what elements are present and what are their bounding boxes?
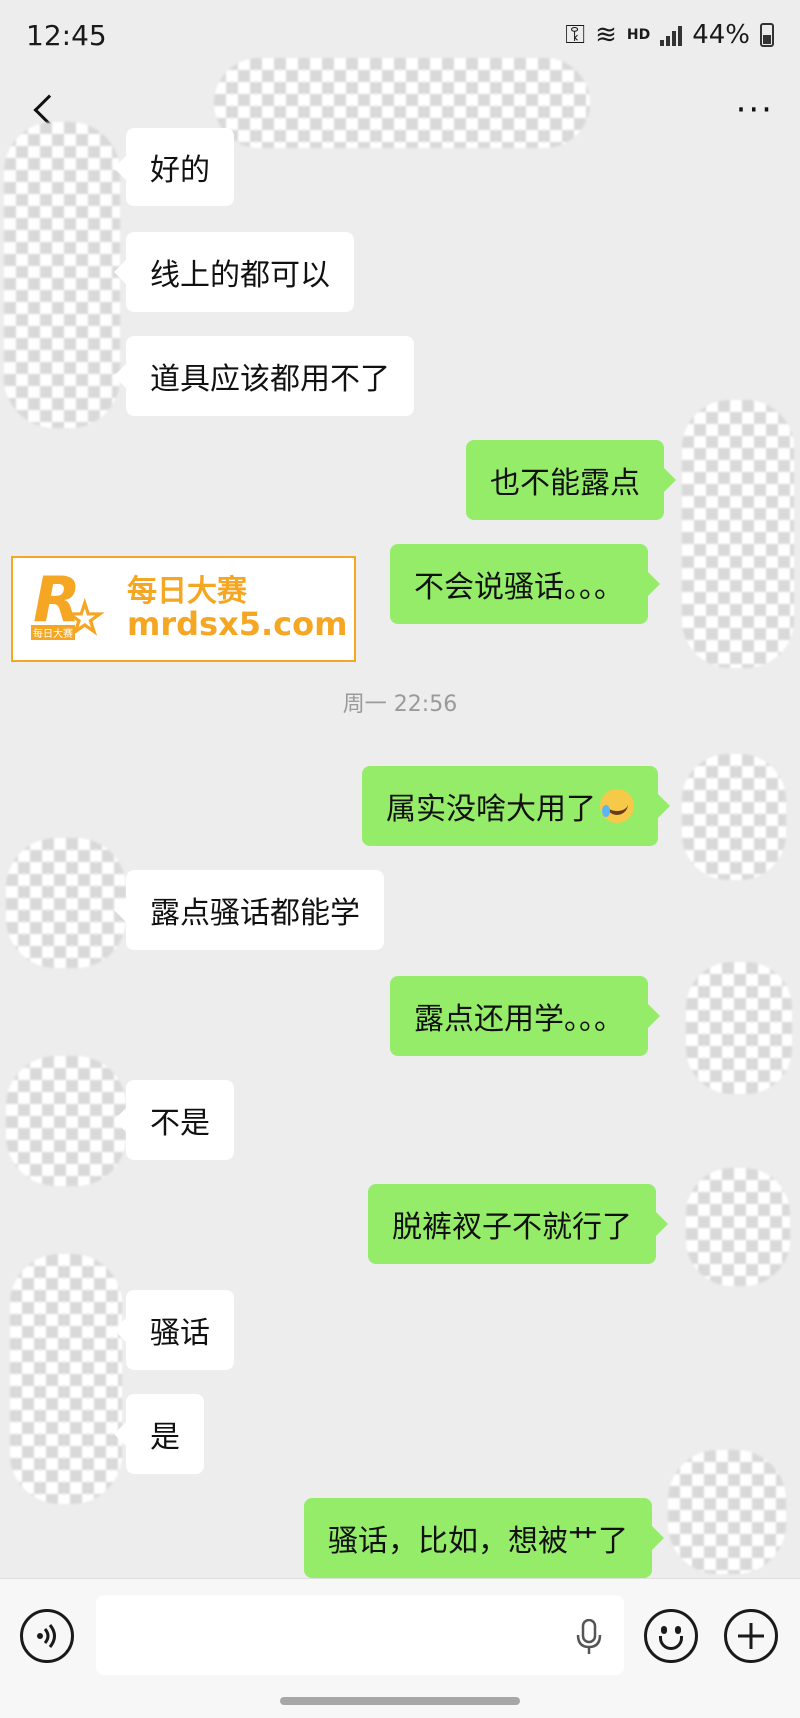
avatar[interactable]: [6, 1056, 126, 1186]
status-time: 12:45: [26, 18, 107, 52]
message-incoming[interactable]: 线上的都可以: [114, 232, 354, 312]
battery-icon: [760, 23, 774, 47]
status-icons: ⚿ ≋ HD 44%: [565, 20, 774, 51]
avatar[interactable]: [4, 122, 120, 428]
message-outgoing[interactable]: 也不能露点: [466, 440, 676, 520]
home-indicator[interactable]: [280, 1697, 520, 1705]
message-outgoing[interactable]: 属实没啥大用了: [362, 766, 670, 846]
avatar[interactable]: [682, 754, 786, 880]
wifi-icon: ≋: [595, 20, 617, 50]
voice-icon[interactable]: [20, 1609, 74, 1663]
emoji-icon[interactable]: [644, 1609, 698, 1663]
battery-percent: 44%: [692, 20, 750, 50]
message-incoming[interactable]: 道具应该都用不了: [114, 336, 414, 416]
message-outgoing[interactable]: 骚话，比如，想被艹了: [304, 1498, 664, 1578]
message-incoming[interactable]: 骚话: [114, 1290, 234, 1370]
avatar[interactable]: [686, 1168, 790, 1286]
message-incoming[interactable]: 露点骚话都能学: [114, 870, 384, 950]
message-outgoing[interactable]: 不会说骚话。。。: [390, 544, 660, 624]
laughing-crying-emoji-icon: [600, 789, 634, 823]
key-icon: ⚿: [565, 19, 586, 50]
avatar[interactable]: [6, 838, 126, 968]
plus-icon[interactable]: [724, 1609, 778, 1663]
watermark-brand: 每日大赛: [127, 574, 247, 610]
message-incoming[interactable]: 好的: [114, 128, 234, 206]
mic-icon[interactable]: [576, 1619, 602, 1655]
avatar[interactable]: [10, 1254, 122, 1504]
more-dots-icon[interactable]: ···: [736, 93, 774, 127]
message-incoming[interactable]: 不是: [114, 1080, 234, 1160]
watermark-domain: mrdsx5.com: [127, 604, 348, 643]
message-text: 属实没啥大用了: [386, 792, 596, 827]
avatar[interactable]: [686, 962, 792, 1094]
message-outgoing[interactable]: 露点还用学。。。: [390, 976, 660, 1056]
signal-icon: [660, 24, 683, 46]
message-incoming[interactable]: 是: [114, 1394, 204, 1474]
network-badge: HD: [626, 27, 651, 43]
chat-title-redacted: [214, 58, 590, 148]
avatar[interactable]: [668, 1450, 786, 1574]
watermark-logo: R ☆ 每日大赛: [31, 563, 105, 645]
watermark-banner: R ☆ 每日大赛 每日大赛 mrdsx5.com: [11, 556, 356, 662]
back-chevron-icon[interactable]: [33, 94, 65, 126]
time-divider: 周一 22:56: [342, 692, 458, 717]
message-outgoing[interactable]: 脱裤衩子不就行了: [368, 1184, 668, 1264]
message-input[interactable]: [96, 1595, 624, 1675]
avatar[interactable]: [682, 400, 794, 668]
